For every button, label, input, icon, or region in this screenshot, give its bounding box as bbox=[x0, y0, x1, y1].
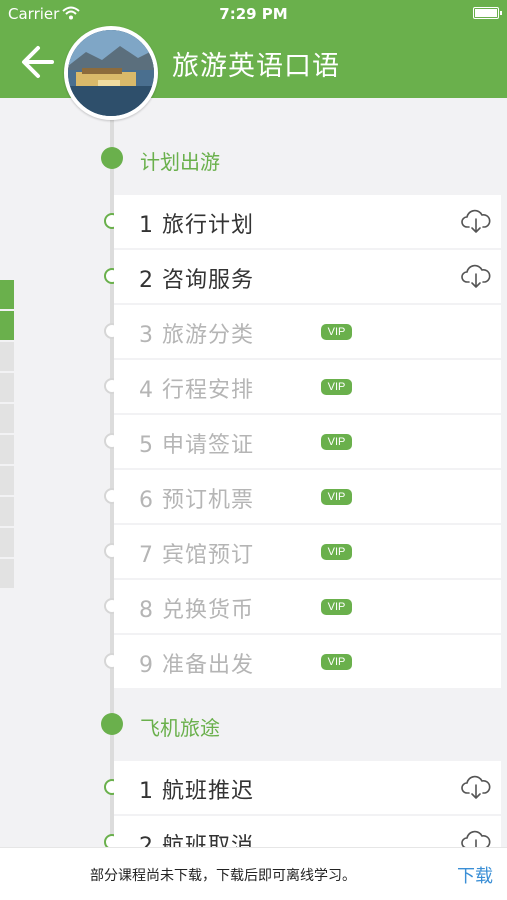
lesson-row[interactable]: 8 兑换货币 VIP bbox=[114, 580, 501, 633]
cloud-download-icon[interactable] bbox=[461, 773, 491, 801]
lesson-row[interactable]: 1 航班推迟 bbox=[114, 761, 501, 814]
lesson-row[interactable]: 7 宾馆预订 VIP bbox=[114, 525, 501, 578]
lesson-label: 5 申请签证 bbox=[139, 433, 254, 458]
lesson-label: 6 预订机票 bbox=[139, 488, 254, 513]
section-dot bbox=[101, 147, 123, 169]
section-header: 飞机旅途 bbox=[0, 697, 507, 753]
battery-icon bbox=[473, 7, 502, 19]
lesson-label: 4 行程安排 bbox=[139, 378, 254, 403]
lesson-label: 1 旅行计划 bbox=[139, 213, 254, 238]
vip-badge: VIP bbox=[321, 599, 352, 615]
cloud-download-icon[interactable] bbox=[461, 207, 491, 235]
lesson-label: 7 宾馆预订 bbox=[139, 543, 254, 568]
download-banner: 部分课程尚未下载，下载后即可离线学习。 下载 bbox=[0, 847, 507, 900]
download-button[interactable]: 下载 bbox=[457, 862, 493, 888]
lesson-label: 3 旅游分类 bbox=[139, 323, 254, 348]
progress-segment bbox=[0, 559, 14, 588]
vip-badge: VIP bbox=[321, 434, 352, 450]
vip-badge: VIP bbox=[321, 324, 352, 340]
lesson-row[interactable]: 3 旅游分类 VIP bbox=[114, 305, 501, 358]
clock: 7:29 PM bbox=[219, 5, 288, 23]
progress-segment bbox=[0, 497, 14, 526]
lesson-label: 9 准备出发 bbox=[139, 653, 254, 678]
vip-badge: VIP bbox=[321, 489, 352, 505]
lesson-row[interactable]: 6 预订机票 VIP bbox=[114, 470, 501, 523]
progress-strip bbox=[0, 280, 14, 590]
page-title: 旅游英语口语 bbox=[172, 51, 340, 82]
cloud-download-icon[interactable] bbox=[461, 262, 491, 290]
progress-segment bbox=[0, 342, 14, 371]
lesson-row[interactable]: 2 咨询服务 bbox=[114, 250, 501, 303]
lesson-label: 8 兑换货币 bbox=[139, 598, 254, 623]
progress-segment bbox=[0, 466, 14, 495]
section-dot bbox=[101, 713, 123, 735]
progress-segment bbox=[0, 311, 14, 340]
section-title: 飞机旅途 bbox=[140, 716, 220, 740]
section-header: 计划出游 bbox=[0, 131, 507, 187]
vip-badge: VIP bbox=[321, 379, 352, 395]
lesson-label: 1 航班推迟 bbox=[139, 779, 254, 804]
progress-segment bbox=[0, 435, 14, 464]
download-message: 部分课程尚未下载，下载后即可离线学习。 bbox=[90, 868, 356, 884]
status-bar: Carrier 7:29 PM bbox=[0, 0, 507, 28]
lesson-label: 2 咨询服务 bbox=[139, 268, 254, 293]
course-cover-image bbox=[64, 26, 158, 120]
lesson-row[interactable]: 5 申请签证 VIP bbox=[114, 415, 501, 468]
section-title: 计划出游 bbox=[140, 150, 220, 174]
lesson-row[interactable]: 9 准备出发 VIP bbox=[114, 635, 501, 688]
progress-segment bbox=[0, 528, 14, 557]
vip-badge: VIP bbox=[321, 544, 352, 560]
arrow-left-icon[interactable] bbox=[18, 44, 56, 80]
lesson-row[interactable]: 1 旅行计划 bbox=[114, 195, 501, 248]
progress-segment bbox=[0, 404, 14, 433]
lesson-row[interactable]: 4 行程安排 VIP bbox=[114, 360, 501, 413]
progress-segment bbox=[0, 373, 14, 402]
progress-segment bbox=[0, 280, 14, 309]
vip-badge: VIP bbox=[321, 654, 352, 670]
